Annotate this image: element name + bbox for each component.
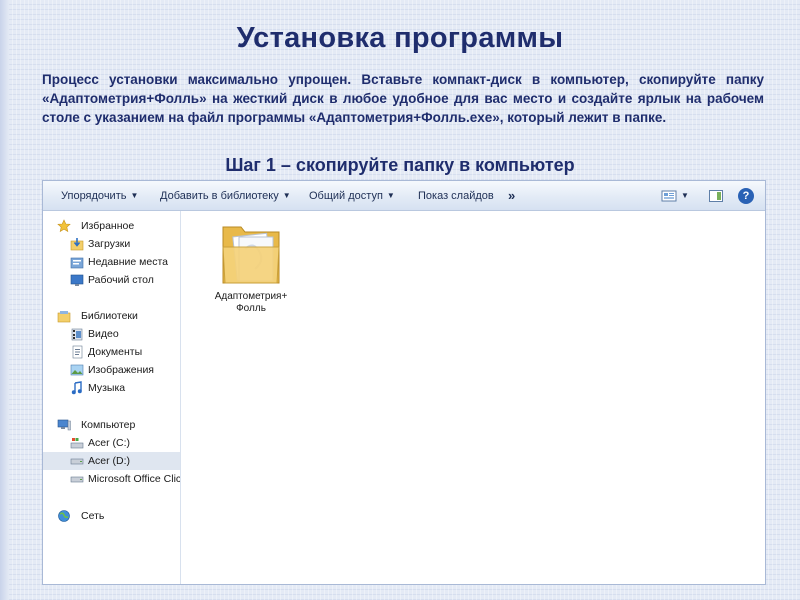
chevron-down-icon: ▼	[282, 191, 291, 200]
drive-icon	[70, 458, 84, 465]
nav-libraries[interactable]: Библиотеки	[43, 307, 180, 325]
folder-icon	[222, 226, 280, 284]
computer-icon	[57, 419, 71, 431]
system-drive-icon	[70, 438, 84, 449]
nav-favorites[interactable]: Избранное	[43, 217, 180, 235]
view-options-chevron-icon[interactable]: ▼	[681, 181, 689, 211]
libraries-icon	[57, 311, 71, 323]
nav-recent[interactable]: Недавние места	[43, 253, 180, 271]
step-caption: Шаг 1 – скопируйте папку в компьютер	[225, 155, 575, 175]
organize-button[interactable]: Упорядочить ▼	[61, 181, 138, 211]
nav-office-label: Microsoft Office Clic	[88, 473, 181, 485]
slide-title: Установка программы	[236, 22, 564, 54]
nav-desktop-label: Рабочий стол	[88, 274, 154, 286]
content-pane: Адаптометрия+ Фолль	[181, 211, 765, 584]
add-to-library-button[interactable]: Добавить в библиотеку ▼	[160, 181, 291, 211]
nav-video[interactable]: Видео	[43, 325, 180, 343]
nav-drive-c[interactable]: Acer (C:)	[43, 434, 180, 452]
add-to-library-label: Добавить в библиотеку	[160, 190, 279, 202]
music-icon	[71, 381, 82, 395]
preview-pane-icon[interactable]	[708, 188, 724, 204]
pictures-icon	[70, 364, 84, 376]
nav-drive-d[interactable]: Acer (D:)	[43, 452, 180, 470]
view-options-icon[interactable]	[661, 188, 677, 204]
nav-drive-d-label: Acer (D:)	[88, 455, 130, 467]
nav-video-label: Видео	[88, 328, 119, 340]
nav-favorites-label: Избранное	[81, 220, 135, 232]
intro-paragraph: Процесс установки максимально упрощен. В…	[42, 72, 764, 125]
downloads-icon	[70, 238, 84, 251]
nav-music-label: Музыка	[88, 382, 126, 394]
documents-icon	[72, 345, 83, 359]
nav-downloads-label: Загрузки	[88, 238, 131, 250]
navigation-pane: Избранное Загрузки Недавние места Рабочи…	[43, 211, 181, 584]
slideshow-button[interactable]: Показ слайдов	[418, 181, 494, 211]
folder-label: Адаптометрия+ Фолль	[214, 291, 288, 314]
nav-pictures-label: Изображения	[88, 364, 154, 376]
more-commands-button[interactable]: »	[508, 181, 515, 211]
share-button[interactable]: Общий доступ ▼	[309, 181, 395, 211]
folder-item[interactable]: Адаптометрия+ Фолль	[211, 219, 291, 329]
nav-documents-label: Документы	[88, 346, 143, 358]
recent-places-icon	[70, 257, 84, 269]
nav-pictures[interactable]: Изображения	[43, 361, 180, 379]
share-label: Общий доступ	[309, 190, 383, 202]
nav-recent-label: Недавние места	[88, 256, 168, 268]
nav-libraries-label: Библиотеки	[81, 310, 138, 322]
desktop-icon	[70, 274, 84, 286]
nav-desktop[interactable]: Рабочий стол	[43, 271, 180, 289]
chevron-down-icon: ▼	[386, 191, 395, 200]
video-icon	[71, 328, 83, 341]
nav-documents[interactable]: Документы	[43, 343, 180, 361]
chevron-down-icon: ▼	[130, 191, 139, 200]
nav-computer[interactable]: Компьютер	[43, 416, 180, 434]
nav-office[interactable]: Microsoft Office Clic	[43, 470, 181, 488]
explorer-window: Упорядочить ▼ Добавить в библиотеку ▼ Общи…	[42, 180, 766, 585]
explorer-toolbar: Упорядочить ▼ Добавить в библиотеку ▼ Общи…	[43, 181, 765, 211]
network-icon	[58, 510, 70, 522]
slideshow-label: Показ слайдов	[418, 190, 494, 202]
nav-computer-label: Компьютер	[81, 419, 136, 431]
nav-network[interactable]: Сеть	[43, 507, 180, 525]
star-icon	[57, 219, 71, 233]
nav-music[interactable]: Музыка	[43, 379, 180, 397]
slide-left-strip	[0, 0, 9, 600]
drive-icon	[70, 476, 84, 483]
nav-downloads[interactable]: Загрузки	[43, 235, 180, 253]
nav-drive-c-label: Acer (C:)	[88, 437, 130, 449]
organize-label: Упорядочить	[61, 190, 127, 202]
help-icon[interactable]: ?	[738, 188, 754, 204]
